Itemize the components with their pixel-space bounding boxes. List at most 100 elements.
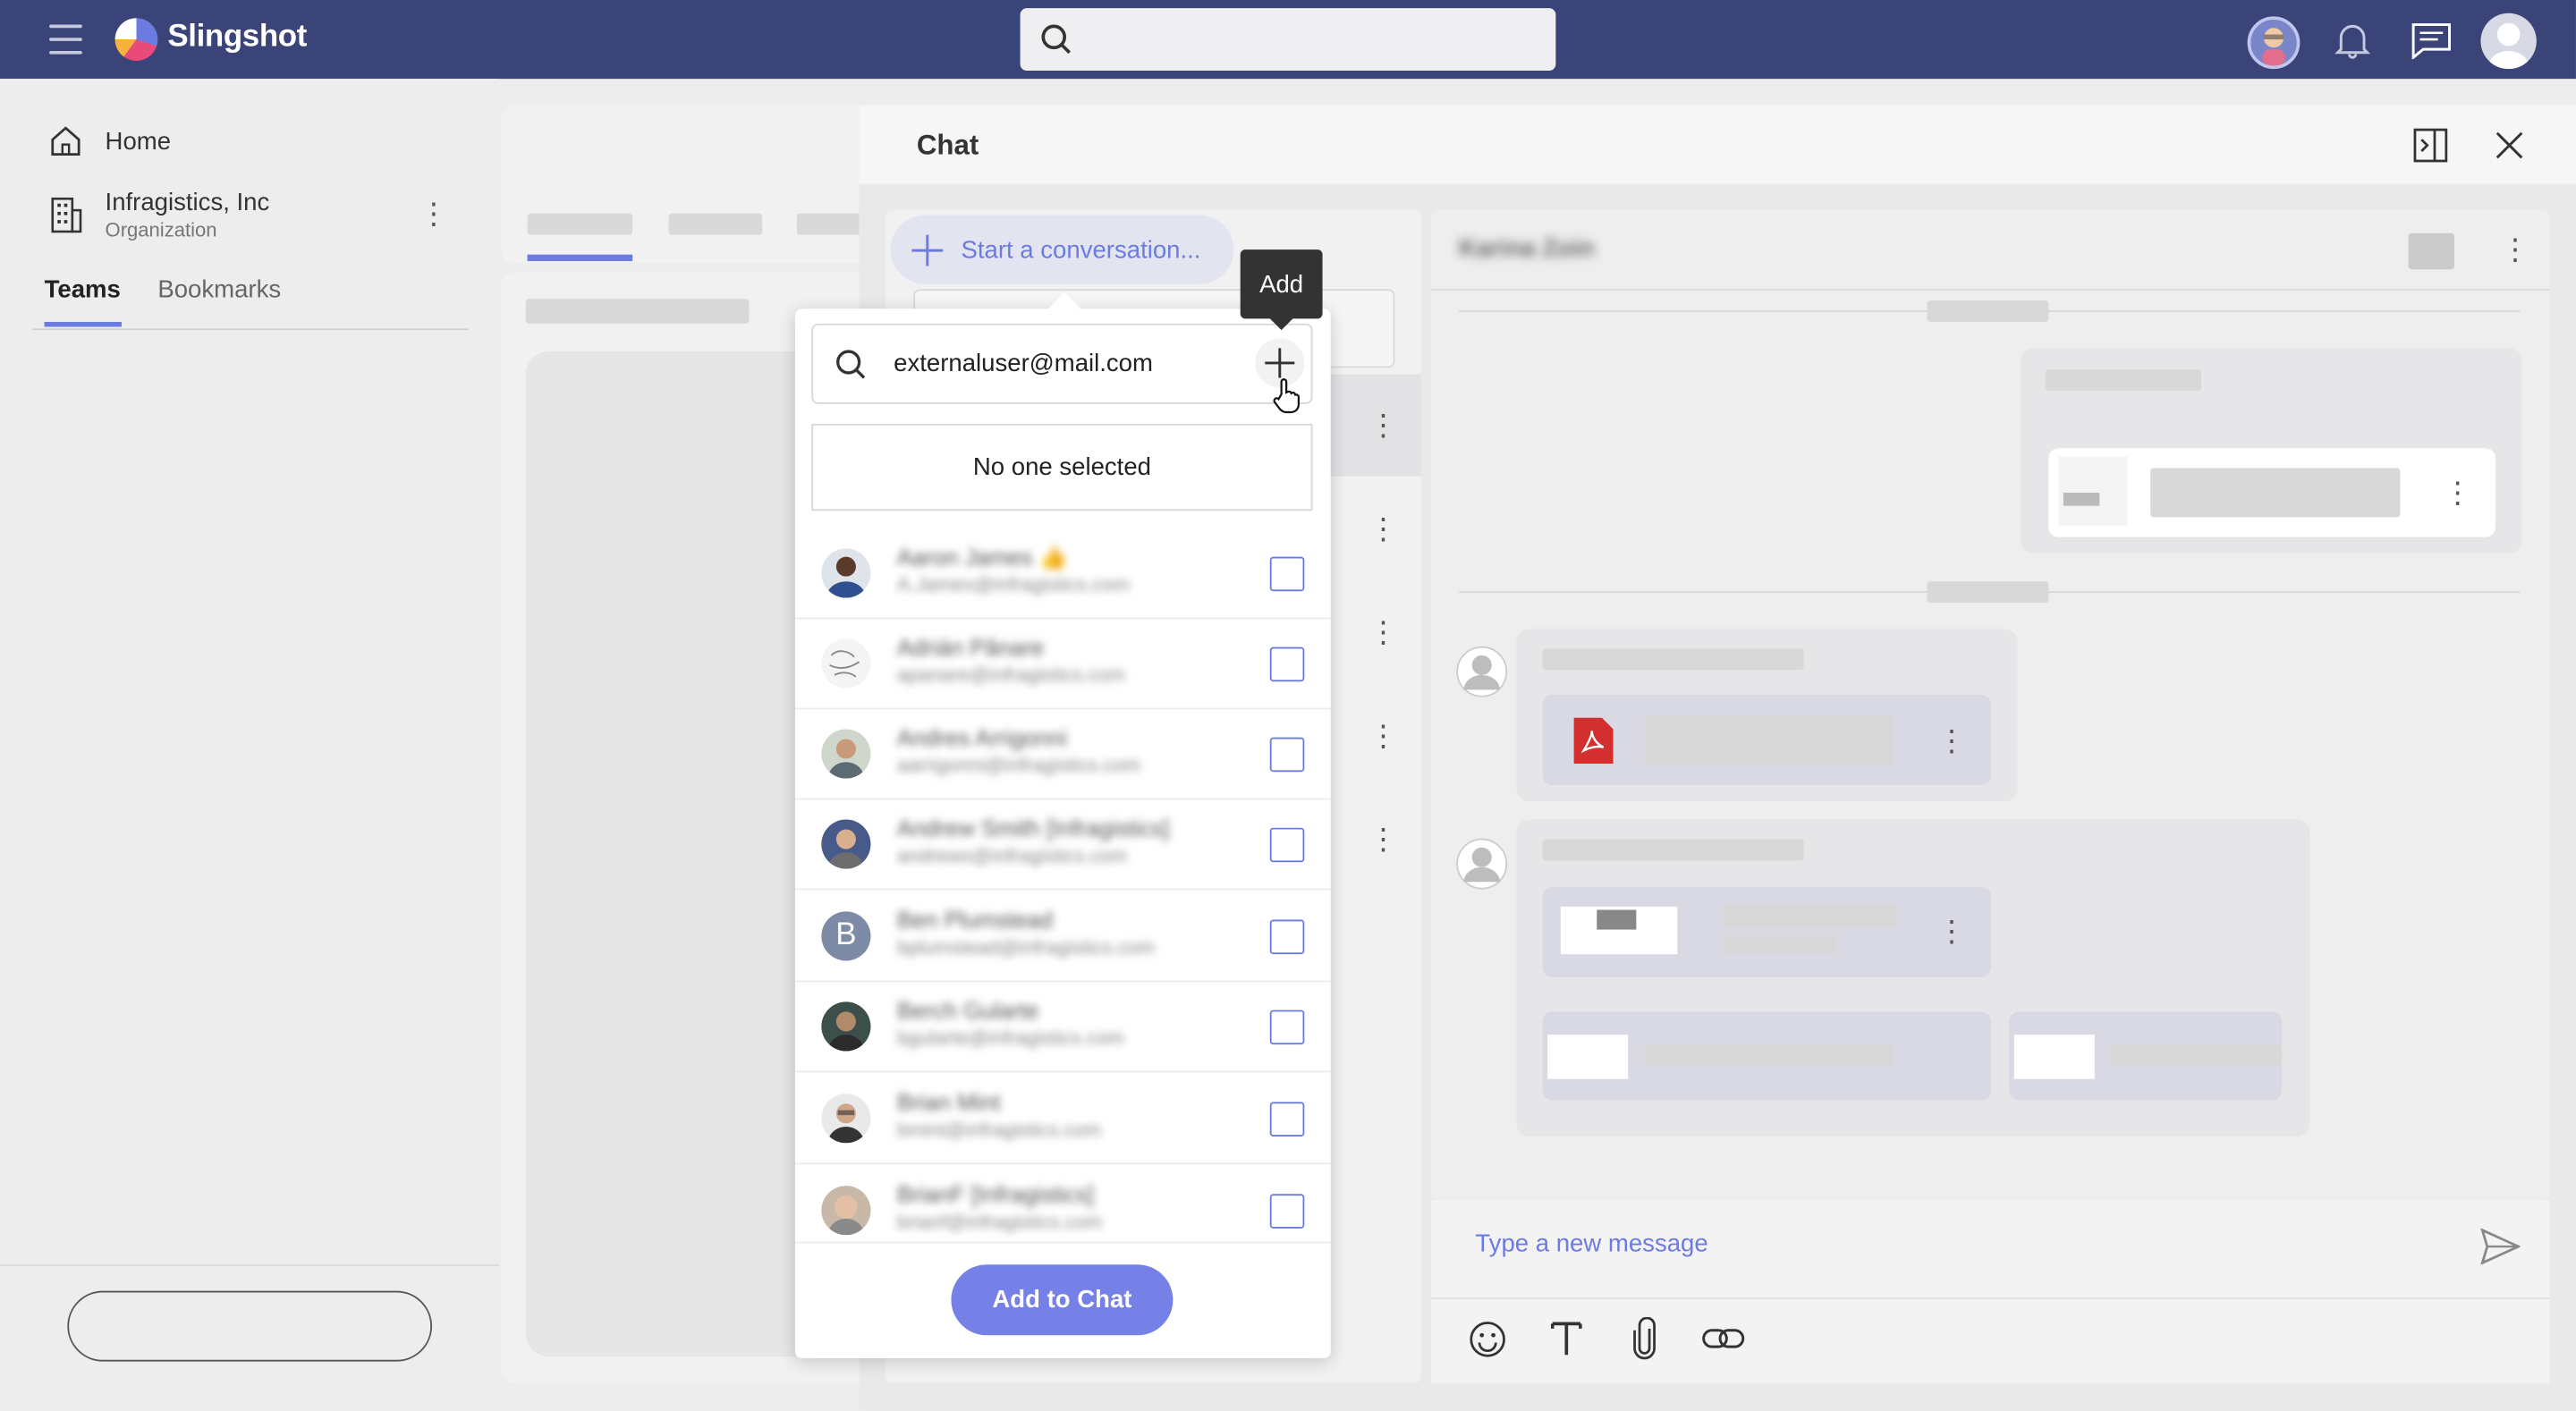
placeholder-tab xyxy=(527,213,633,235)
contact-email: andrews@infragistics.com xyxy=(896,844,1128,867)
nav-divider xyxy=(0,1264,500,1267)
contact-name: Andrew Smith [Infragistics] xyxy=(896,815,1170,841)
nav-home[interactable]: Home xyxy=(106,128,171,156)
link-icon[interactable] xyxy=(1702,1325,1745,1351)
file-name xyxy=(1644,1044,1894,1067)
conversation-options-icon[interactable]: ⋮ xyxy=(2500,235,2529,265)
hamburger-menu-icon[interactable] xyxy=(49,24,82,55)
avatar-icon xyxy=(1456,838,1508,890)
contact-checkbox[interactable] xyxy=(1269,1194,1305,1229)
start-conversation-label: Start a conversation... xyxy=(961,236,1201,265)
contact-row[interactable]: Andrew Smith [Infragistics] andrews@infr… xyxy=(794,799,1331,891)
contact-checkbox[interactable] xyxy=(1269,737,1305,773)
contact-email: brianf@infragistics.com xyxy=(896,1210,1103,1234)
workspace-header-card xyxy=(501,105,879,263)
user-avatar[interactable] xyxy=(2480,13,2537,70)
contact-checkbox[interactable] xyxy=(1269,919,1305,955)
contact-row[interactable]: BrianF [Infragistics] brianf@infragistic… xyxy=(795,1166,1331,1241)
contact-row[interactable]: B Ben Plumstead bplumstead@infragistics.… xyxy=(794,891,1331,983)
tab-bookmarks[interactable]: Bookmarks xyxy=(157,276,281,304)
date-label xyxy=(1927,300,2049,322)
file-more-icon[interactable]: ⋮ xyxy=(1936,917,1966,946)
contact-row[interactable]: Aaron James 👍 A.James@infragistics.com xyxy=(794,528,1331,620)
file-more-icon[interactable]: ⋮ xyxy=(1936,726,1966,756)
file-size xyxy=(1723,935,1835,955)
slingshot-logo-icon xyxy=(114,18,158,61)
org-type: Organization xyxy=(105,218,217,241)
file-name xyxy=(2150,468,2401,518)
hand-cursor-icon xyxy=(1273,378,1301,414)
search-icon xyxy=(836,350,866,379)
conversation-more-icon[interactable]: ⋮ xyxy=(1368,514,1398,544)
placeholder-title xyxy=(525,299,750,324)
conversation-more-icon[interactable]: ⋮ xyxy=(1368,824,1398,854)
contact-email: bplumstead@infragistics.com xyxy=(896,935,1156,959)
file-thumbnail xyxy=(2058,456,2128,526)
contact-checkbox[interactable] xyxy=(1269,556,1305,592)
contact-email: A.James@infragistics.com xyxy=(896,573,1130,596)
message-input[interactable]: Type a new message xyxy=(1475,1230,1707,1258)
contact-row[interactable]: Berch Gularte bgularte@infragistics.com xyxy=(794,982,1331,1073)
conversation-name: Karina Zoin xyxy=(1458,234,1595,263)
contact-checkbox[interactable] xyxy=(1269,646,1305,682)
text-format-icon[interactable] xyxy=(1550,1322,1582,1357)
bell-icon[interactable] xyxy=(2334,20,2371,59)
people-search-value: externaluser@mail.com xyxy=(894,350,1153,378)
contact-checkbox[interactable] xyxy=(1269,1010,1305,1045)
active-tab-indicator xyxy=(44,321,122,327)
selection-status: No one selected xyxy=(811,423,1313,511)
contact-email: apanare@infragistics.com xyxy=(896,663,1125,687)
contact-name: Brian Mint xyxy=(896,1088,1001,1116)
home-icon xyxy=(51,126,80,156)
conversation-header-divider xyxy=(1430,289,2550,291)
video-call-icon[interactable] xyxy=(2408,232,2455,270)
workspace-avatar[interactable] xyxy=(2247,16,2301,70)
contact-name: Berch Gularte xyxy=(896,996,1039,1024)
chat-icon[interactable] xyxy=(2411,23,2451,60)
file-more-icon[interactable]: ⋮ xyxy=(2443,477,2472,507)
file-thumbnail xyxy=(1547,1035,1629,1079)
plus-icon xyxy=(1265,348,1295,378)
app-name: Slingshot xyxy=(167,20,308,55)
placeholder-tab-indicator xyxy=(527,254,633,262)
file-thumbnail xyxy=(1560,906,1678,955)
emoji-icon[interactable] xyxy=(1469,1321,1506,1358)
send-icon[interactable] xyxy=(2480,1228,2521,1265)
chat-title: Chat xyxy=(916,130,979,161)
contact-row[interactable]: Andres Arrigonni aarrigonni@infragistics… xyxy=(794,709,1331,800)
close-icon[interactable] xyxy=(2496,131,2523,159)
message-sender xyxy=(1542,648,1804,671)
file-name xyxy=(1644,715,1894,765)
pdf-icon xyxy=(1573,717,1614,765)
building-icon xyxy=(51,197,82,233)
conversation-more-icon[interactable]: ⋮ xyxy=(1368,618,1398,647)
popup-footer-divider xyxy=(794,1241,1331,1244)
attach-icon[interactable] xyxy=(1631,1317,1657,1360)
contact-row[interactable]: Brian Mint bmint@infragistics.com xyxy=(794,1074,1331,1165)
search-icon xyxy=(1041,24,1071,55)
popup-pointer xyxy=(1047,291,1081,309)
contact-name: Aaron James 👍 xyxy=(896,543,1068,570)
org-name[interactable]: Infragistics, Inc xyxy=(106,189,270,216)
conversation-more-icon[interactable]: ⋮ xyxy=(1368,721,1398,750)
conversation-more-icon[interactable]: ⋮ xyxy=(1368,410,1398,440)
tab-divider xyxy=(32,328,469,331)
global-search-input[interactable] xyxy=(1020,8,1556,71)
contact-checkbox[interactable] xyxy=(1269,1102,1305,1136)
date-label xyxy=(1927,581,2049,604)
contact-avatar xyxy=(821,1001,871,1052)
dock-panel-icon[interactable] xyxy=(2413,128,2448,163)
org-more-icon[interactable]: ⋮ xyxy=(419,199,448,228)
tab-teams[interactable]: Teams xyxy=(45,276,121,304)
contact-checkbox[interactable] xyxy=(1269,827,1305,863)
contact-name: Adrián Pânare xyxy=(896,633,1045,661)
contact-name: Ben Plumstead xyxy=(896,906,1054,934)
contact-avatar xyxy=(821,638,871,689)
contact-email: bgularte@infragistics.com xyxy=(896,1026,1124,1050)
nav-bottom-button[interactable] xyxy=(67,1290,433,1362)
contact-name: BrianF [Infragistics] xyxy=(896,1180,1094,1207)
add-tooltip: Add xyxy=(1240,249,1323,319)
contact-avatar: B xyxy=(821,911,871,961)
add-to-chat-button[interactable]: Add to Chat xyxy=(951,1264,1174,1336)
contact-row[interactable]: Adrián Pânare apanare@infragistics.com xyxy=(794,619,1331,710)
